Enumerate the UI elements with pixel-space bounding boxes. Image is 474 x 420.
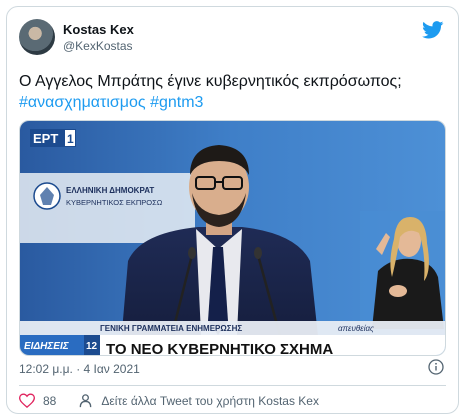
news-headline: ΤΟ ΝΕΟ ΚΥΒΕΡΝΗΤΙΚΟ ΣΧΗΜΑ: [106, 341, 333, 355]
twitter-bird-icon[interactable]: [422, 21, 444, 39]
news-label: ΕΙΔΗΣΕΙΣ: [24, 341, 70, 352]
tweet-timestamp[interactable]: 12:02 μ.μ. · 4 Ιαν 2021: [19, 362, 140, 376]
news-channel-number: 12: [86, 341, 98, 352]
tweet-text: Ο Αγγελος Μπράτης έγινε κυβερνητικός εκπ…: [19, 71, 444, 113]
podium-title: ΕΛΛΗΝΙΚΗ ΔΗΜΟΚΡΑΤ: [66, 186, 154, 195]
coat-of-arms-icon: [33, 182, 61, 210]
tweet-media[interactable]: ΕΡΤ 1 ΕΛΛΗΝΙΚΗ ΔΗΜΟΚΡΑΤ ΚΥΒΕΡΝΗΤΙΚΟΣ ΕΚΠ…: [19, 120, 446, 356]
author-avatar[interactable]: [19, 19, 55, 55]
author-handle[interactable]: @KexKostas: [63, 39, 133, 53]
podium-subtitle: ΚΥΒΕΡΝΗΤΙΚΟΣ ΕΚΠΡΟΣΩ: [66, 198, 163, 207]
info-icon[interactable]: [428, 359, 444, 375]
author-display-name[interactable]: Kostas Kex: [63, 22, 134, 37]
news-broadcast-image: ΕΡΤ 1 ΕΛΛΗΝΙΚΗ ΔΗΜΟΚΡΑΤ ΚΥΒΕΡΝΗΤΙΚΟΣ ΕΚΠ…: [20, 121, 445, 355]
channel-number: 1: [67, 132, 74, 146]
more-tweets-link[interactable]: Δείτε άλλα Tweet του χρήστη Kostas Kex: [101, 394, 319, 408]
person-icon: [80, 394, 92, 408]
hashtag-link[interactable]: #gntm3: [150, 94, 203, 111]
divider: [19, 385, 446, 386]
like-count[interactable]: 88: [43, 394, 56, 408]
heart-icon[interactable]: [19, 393, 35, 408]
tweet-body: Ο Αγγελος Μπράτης έγινε κυβερνητικός εκπ…: [19, 73, 402, 90]
sign-language-interpreter: [360, 211, 445, 329]
hashtag-link[interactable]: #ανασχηματισμος: [19, 94, 146, 111]
embedded-tweet-card[interactable]: Kostas Kex @KexKostas Ο Αγγελος Μπράτης …: [6, 6, 459, 414]
live-label: απευθείας: [338, 324, 374, 333]
lower-third-title: ΓΕΝΙΚΗ ΓΡΑΜΜΑΤΕΙΑ ΕΝΗΜΕΡΩΣΗΣ: [100, 324, 242, 333]
tweet-footer: 88 Δείτε άλλα Tweet του χρήστη Kostas Ke…: [19, 393, 319, 408]
channel-logo: ΕΡΤ: [33, 131, 58, 146]
